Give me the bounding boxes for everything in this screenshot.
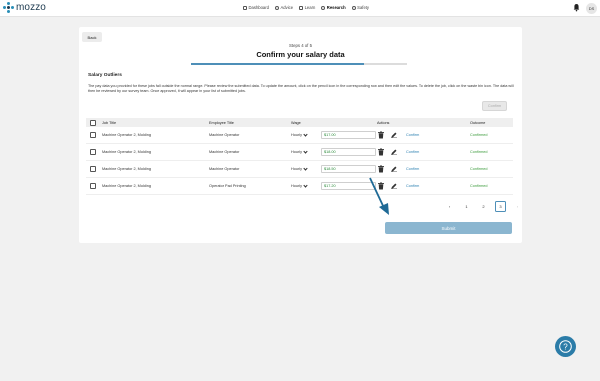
question-icon: ? [559,340,572,353]
main-nav: Dashboard Advice Learn Research Safety [243,5,369,10]
row-confirm-link[interactable]: Confirm [406,167,419,171]
row-checkbox[interactable] [90,149,96,155]
row-confirm-link[interactable]: Confirm [406,184,419,188]
help-button[interactable]: ? [555,336,576,357]
pay-period-select[interactable]: Hourly [291,166,308,171]
pencil-icon[interactable] [391,149,397,155]
pay-period-value: Hourly [291,133,302,137]
wage-input[interactable]: $18.00 [321,148,376,156]
top-bar: mozzo Dashboard Advice Learn Research Sa… [0,0,600,17]
job-title-cell: Machine Operator 2, Molding [102,150,151,154]
confirm-all-button[interactable]: Confirm [482,101,507,111]
logo[interactable]: mozzo [3,2,46,13]
pagination-next[interactable]: › [512,201,523,212]
table-header: Job Title Employee Title Wage Actions Ou… [86,118,513,127]
employee-title-cell: Machine Operator [209,150,240,154]
research-icon [321,5,326,10]
progress-fill [191,63,364,65]
wage-cell: Hourly $18.00 [291,144,381,160]
pay-period-value: Hourly [291,184,302,188]
employee-title-cell: Machine Operator [209,167,240,171]
chevron-down-icon [303,149,308,154]
outliers-table: Job Title Employee Title Wage Actions Ou… [86,118,513,195]
nav-label: Safety [357,5,370,10]
outcome-status: Confirmed [470,167,488,171]
step-indicator: Steps 4 of 5 [289,43,312,48]
employee-title-cell: Operator Pad Printing [209,184,246,188]
avatar[interactable]: DS [586,3,597,14]
section-title: Salary Outliers [88,73,122,78]
nav-label: Dashboard [248,5,270,10]
outcome-status: Confirmed [470,133,488,137]
dashboard-icon [243,5,247,10]
svg-text:?: ? [563,342,568,351]
pay-period-select[interactable]: Hourly [291,149,308,154]
advice-icon [275,5,279,10]
header-wage: Wage [291,120,301,125]
trash-icon[interactable] [378,148,384,156]
back-button[interactable]: Back [82,32,102,42]
nav-item-dashboard[interactable]: Dashboard [243,5,269,10]
trash-icon[interactable] [378,131,384,139]
table-row: Machine Operator 2, Molding Machine Oper… [86,161,513,178]
safety-icon [351,5,356,10]
outcome-status: Confirmed [470,150,488,154]
section-description: The pay data you provided for these jobs… [88,84,514,93]
header-employee-title: Employee Title [209,120,234,125]
job-title-cell: Machine Operator 2, Molding [102,167,151,171]
table-row: Machine Operator 2, Molding Machine Oper… [86,127,513,144]
job-title-cell: Machine Operator 2, Molding [102,184,151,188]
pagination-page-1[interactable]: 1 [461,201,472,212]
pagination-prev[interactable]: ‹ [444,201,455,212]
chevron-down-icon [303,183,308,188]
wage-input[interactable]: $17.00 [321,131,376,139]
annotation-arrow [369,177,389,215]
pagination-page-2[interactable]: 2 [478,201,489,212]
row-confirm-link[interactable]: Confirm [406,133,419,137]
chevron-down-icon [303,166,308,171]
header-actions: Actions [377,120,390,125]
pay-period-value: Hourly [291,150,302,154]
employee-title-cell: Machine Operator [209,133,240,137]
nav-item-learn[interactable]: Learn [299,5,315,10]
learn-icon [299,5,304,10]
select-all-checkbox[interactable] [90,119,96,126]
pay-period-select[interactable]: Hourly [291,132,308,137]
pagination: ‹ 1 2 3 › [444,201,523,212]
pencil-icon[interactable] [391,132,397,138]
progress-bar [191,63,407,65]
nav-item-advice[interactable]: Advice [275,5,293,10]
row-checkbox[interactable] [90,183,96,189]
nav-item-safety[interactable]: Safety [351,5,370,10]
outcome-status: Confirmed [470,184,488,188]
logo-icon [3,2,14,13]
row-checkbox[interactable] [90,166,96,172]
nav-label: Research [326,5,346,10]
page-title: Confirm your salary data [256,50,345,59]
header-outcome: Outcome [470,120,486,125]
pay-period-select[interactable]: Hourly [291,183,308,188]
header-job-title: Job Title [102,120,117,125]
pagination-page-3[interactable]: 3 [495,201,506,212]
table-row: Machine Operator 2, Molding Operator Pad… [86,178,513,195]
logo-text: mozzo [16,2,46,13]
bell-icon[interactable] [573,3,580,12]
chevron-down-icon [303,132,308,137]
nav-label: Learn [304,5,316,10]
nav-label: Advice [280,5,294,10]
pay-period-value: Hourly [291,167,302,171]
nav-item-research[interactable]: Research [321,5,346,10]
row-confirm-link[interactable]: Confirm [406,150,419,154]
wage-cell: Hourly $17.00 [291,127,381,143]
submit-button[interactable]: Submit [385,222,512,234]
table-row: Machine Operator 2, Molding Machine Oper… [86,144,513,161]
job-title-cell: Machine Operator 2, Molding [102,133,151,137]
row-checkbox[interactable] [90,132,96,138]
